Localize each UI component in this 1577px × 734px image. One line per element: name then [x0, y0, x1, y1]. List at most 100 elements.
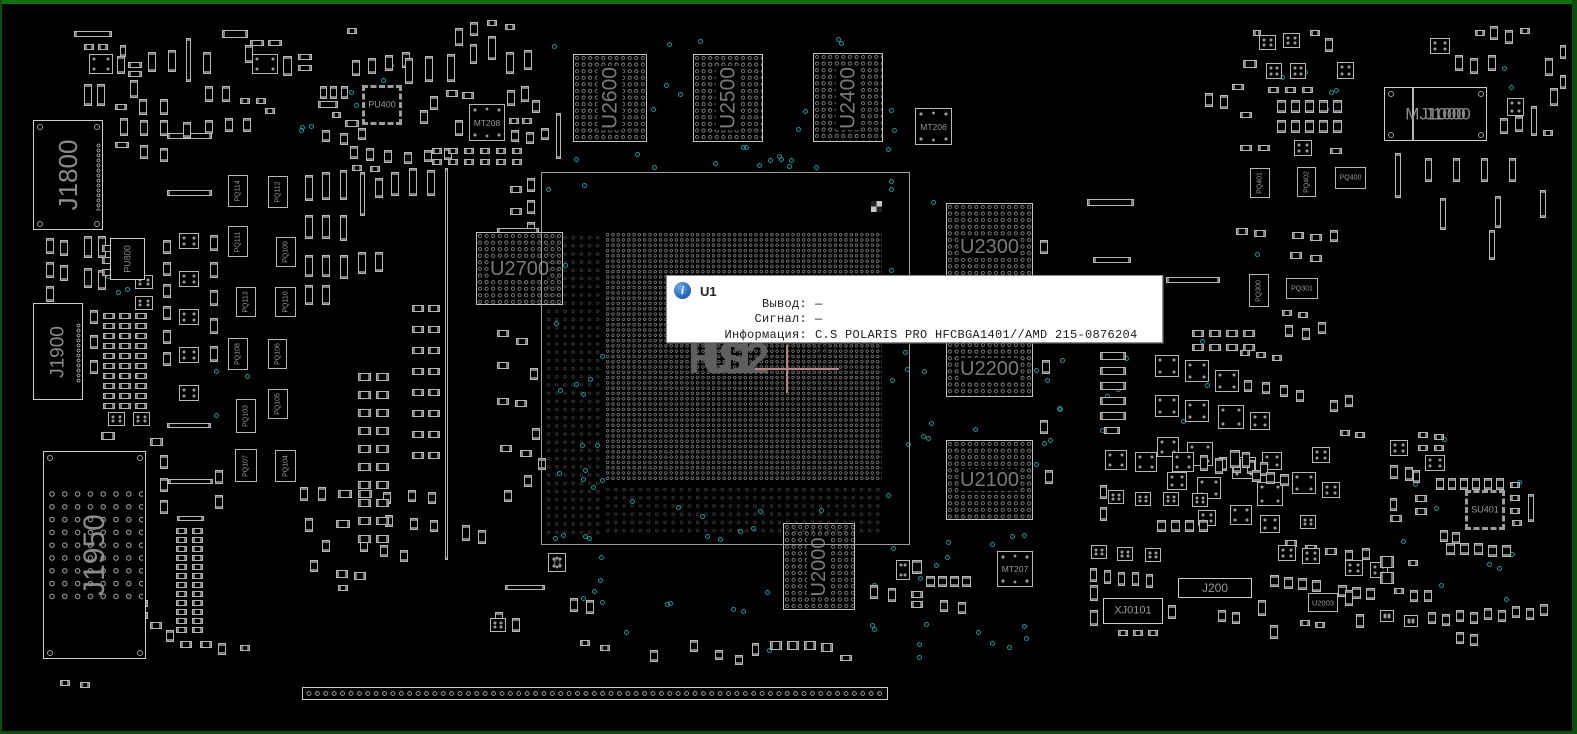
passive-component[interactable] — [1543, 130, 1553, 136]
passive-component[interactable] — [240, 645, 250, 651]
passive-component[interactable] — [455, 28, 463, 46]
passive-component[interactable] — [447, 54, 455, 82]
passive-component[interactable] — [1205, 93, 1213, 107]
passive-component[interactable] — [97, 84, 105, 106]
passive-component[interactable] — [46, 238, 54, 254]
passive-component[interactable] — [1172, 452, 1194, 472]
passive-component[interactable] — [358, 445, 371, 453]
passive-component[interactable] — [510, 208, 522, 215]
passive-component[interactable] — [526, 132, 534, 144]
passive-component[interactable] — [336, 570, 348, 578]
passive-component[interactable] — [179, 385, 199, 401]
passive-component[interactable] — [115, 104, 127, 110]
passive-component[interactable] — [103, 393, 115, 399]
passive-component[interactable] — [556, 113, 561, 159]
passive-component[interactable] — [1366, 588, 1375, 600]
passive-component[interactable] — [243, 118, 251, 132]
component-pq103[interactable]: PQ103 — [236, 399, 256, 433]
passive-component[interactable] — [804, 641, 816, 650]
component-pq111[interactable]: PQ111 — [228, 226, 248, 257]
passive-component[interactable] — [1100, 367, 1126, 375]
passive-component[interactable] — [821, 643, 833, 652]
passive-component[interactable] — [1100, 412, 1126, 420]
passive-component[interactable] — [318, 101, 338, 108]
passive-component[interactable] — [1526, 608, 1534, 620]
passive-component[interactable] — [1489, 230, 1495, 260]
passive-component[interactable] — [119, 313, 131, 319]
passive-component[interactable] — [1093, 257, 1131, 263]
passive-component[interactable] — [338, 585, 348, 591]
passive-component[interactable] — [1135, 492, 1151, 506]
passive-component[interactable] — [1262, 382, 1270, 394]
passive-component[interactable] — [1408, 560, 1418, 566]
passive-component[interactable] — [1272, 355, 1282, 361]
passive-component[interactable] — [318, 487, 326, 501]
passive-component[interactable] — [119, 343, 131, 349]
passive-component[interactable] — [298, 54, 312, 60]
passive-component[interactable] — [215, 495, 223, 509]
passive-component[interactable] — [1540, 190, 1546, 218]
passive-component[interactable] — [135, 313, 147, 319]
passive-component[interactable] — [103, 363, 115, 369]
passive-component[interactable] — [1232, 84, 1244, 90]
passive-component[interactable] — [1560, 75, 1566, 89]
passive-component[interactable] — [496, 159, 506, 165]
passive-component[interactable] — [1258, 145, 1270, 151]
passive-component[interactable] — [1352, 587, 1361, 599]
passive-component[interactable] — [1280, 474, 1289, 486]
passive-component[interactable] — [1333, 100, 1342, 113]
passive-component[interactable] — [1215, 458, 1223, 474]
passive-component[interactable] — [80, 682, 90, 688]
boardview-canvas[interactable]: i U1 Вывод: — Сигнал: — Информация: C.S … — [0, 0, 1577, 734]
passive-component[interactable] — [650, 650, 658, 662]
passive-component[interactable] — [1232, 612, 1240, 624]
passive-component[interactable] — [1155, 395, 1179, 417]
passive-component[interactable] — [1157, 520, 1166, 532]
passive-component[interactable] — [358, 128, 366, 140]
passive-component[interactable] — [1040, 420, 1048, 434]
passive-component[interactable] — [1298, 312, 1308, 318]
passive-component[interactable] — [1171, 520, 1180, 532]
passive-component[interactable] — [1512, 606, 1520, 618]
passive-component[interactable] — [1291, 120, 1300, 133]
passive-component[interactable] — [376, 535, 389, 543]
passive-component[interactable] — [1390, 515, 1402, 522]
passive-component[interactable] — [192, 546, 203, 552]
passive-component[interactable] — [1104, 570, 1111, 584]
passive-component[interactable] — [1410, 590, 1418, 602]
passive-component[interactable] — [1355, 432, 1365, 438]
passive-component[interactable] — [926, 576, 935, 587]
passive-component[interactable] — [167, 423, 211, 428]
passive-component[interactable] — [507, 90, 515, 106]
passive-component[interactable] — [1090, 585, 1098, 601]
passive-component[interactable] — [1540, 604, 1548, 616]
passive-component[interactable] — [487, 20, 497, 26]
passive-component[interactable] — [1145, 548, 1161, 562]
passive-component[interactable] — [119, 383, 131, 389]
component-j1950[interactable]: J1950 — [43, 451, 146, 659]
passive-component[interactable] — [504, 490, 512, 502]
passive-component[interactable] — [192, 537, 203, 543]
component-pq300[interactable]: PQ300 — [1249, 274, 1269, 307]
passive-component[interactable] — [1266, 63, 1282, 79]
passive-component[interactable] — [1502, 545, 1511, 557]
passive-component[interactable] — [391, 172, 399, 196]
passive-component[interactable] — [1292, 232, 1304, 239]
passive-component[interactable] — [135, 353, 147, 359]
passive-component[interactable] — [358, 499, 371, 507]
passive-component[interactable] — [840, 655, 852, 661]
passive-component[interactable] — [1428, 612, 1436, 624]
passive-component[interactable] — [1415, 508, 1427, 515]
passive-component[interactable] — [358, 463, 371, 471]
passive-component[interactable] — [322, 285, 330, 305]
passive-component[interactable] — [496, 148, 506, 154]
passive-component[interactable] — [940, 600, 948, 612]
component-pq400[interactable]: PQ400 — [1335, 167, 1366, 189]
passive-component[interactable] — [1258, 600, 1266, 616]
passive-component[interactable] — [1380, 556, 1394, 568]
passive-component[interactable] — [298, 65, 312, 71]
passive-component[interactable] — [1240, 145, 1252, 151]
passive-component[interactable] — [428, 431, 440, 438]
passive-component[interactable] — [1424, 590, 1432, 602]
passive-component[interactable] — [1315, 622, 1325, 628]
